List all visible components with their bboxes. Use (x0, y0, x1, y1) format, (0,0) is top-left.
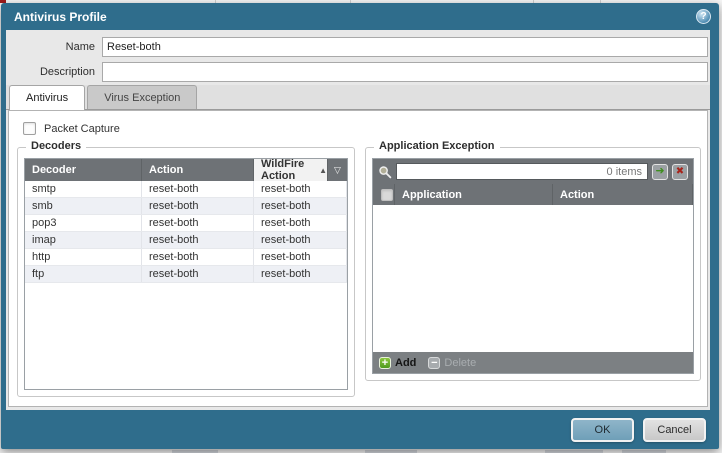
application-search-box: 0 items (396, 163, 648, 180)
dialog-title: Antivirus Profile (14, 10, 696, 24)
add-button-label: Add (395, 357, 416, 369)
decoders-group: Decoders Decoder Action WildFire Action … (17, 147, 355, 397)
help-icon[interactable]: ? (696, 9, 711, 24)
cell-wildfire-action: reset-both (254, 232, 347, 248)
cell-action: reset-both (142, 249, 254, 265)
column-header-wildfire-action[interactable]: WildFire Action ▲ (254, 159, 328, 181)
search-icon (378, 165, 392, 179)
add-plus-icon: + (379, 357, 391, 369)
table-row[interactable]: smb reset-both reset-both (25, 198, 347, 215)
cell-decoder: imap (25, 232, 142, 248)
cancel-button[interactable]: Cancel (643, 418, 706, 442)
wildfire-action-label: WildFire Action (261, 158, 313, 182)
red-x-icon: ✖ (676, 167, 684, 177)
table-row[interactable]: ftp reset-both reset-both (25, 266, 347, 283)
description-label: Description (6, 66, 102, 78)
add-button[interactable]: + Add (379, 357, 416, 369)
column-header-action[interactable]: Action (142, 159, 254, 181)
cell-wildfire-action: reset-both (254, 198, 347, 214)
name-label: Name (6, 41, 102, 53)
select-all-cell (373, 184, 395, 205)
application-exception-group: Application Exception 0 items ➜ (365, 147, 701, 381)
antivirus-profile-dialog: Antivirus Profile ? Name Description Ant… (1, 3, 719, 449)
dialog-body: Name Description Antivirus Virus Excepti… (6, 30, 710, 410)
application-exception-legend: Application Exception (374, 140, 500, 152)
tab-virus-exception[interactable]: Virus Exception (87, 85, 197, 109)
decoders-table-body: smtp reset-both reset-both smb reset-bot… (25, 181, 347, 389)
cell-action: reset-both (142, 198, 254, 214)
green-arrow-icon: ➜ (655, 166, 664, 177)
decoders-legend: Decoders (26, 140, 86, 152)
chevron-down-icon: ▽ (334, 165, 341, 176)
cell-decoder: http (25, 249, 142, 265)
application-table-header: Application Action (373, 184, 693, 205)
cell-wildfire-action: reset-both (254, 266, 347, 282)
application-search-input[interactable] (397, 164, 607, 179)
cell-decoder: smb (25, 198, 142, 214)
packet-capture-checkbox[interactable] (23, 122, 36, 135)
cell-decoder: pop3 (25, 215, 142, 231)
cell-action: reset-both (142, 232, 254, 248)
apply-filter-button[interactable]: ➜ (652, 164, 668, 180)
application-table-body (373, 205, 693, 352)
cell-wildfire-action: reset-both (254, 249, 347, 265)
dialog-titlebar: Antivirus Profile ? (1, 3, 719, 30)
description-field[interactable] (102, 62, 708, 82)
cell-wildfire-action: reset-both (254, 181, 347, 197)
decoders-table-header: Decoder Action WildFire Action ▲ ▽ (25, 159, 347, 181)
table-row[interactable]: imap reset-both reset-both (25, 232, 347, 249)
application-search-bar: 0 items ➜ ✖ (373, 159, 693, 184)
clear-filter-button[interactable]: ✖ (672, 164, 688, 180)
name-row: Name (6, 37, 708, 57)
description-row: Description (6, 62, 708, 82)
delete-minus-icon: − (428, 357, 440, 369)
column-header-action[interactable]: Action (553, 184, 693, 205)
antivirus-tab-panel: Packet Capture Decoders Decoder Action W… (8, 110, 708, 407)
tab-antivirus[interactable]: Antivirus (9, 85, 85, 110)
application-exception-table: 0 items ➜ ✖ Application (372, 158, 694, 374)
delete-button[interactable]: − Delete (428, 357, 476, 369)
packet-capture-row: Packet Capture (23, 122, 120, 135)
select-all-checkbox[interactable] (381, 189, 393, 201)
packet-capture-label: Packet Capture (44, 123, 120, 135)
ok-button[interactable]: OK (571, 418, 634, 442)
column-header-decoder[interactable]: Decoder (25, 159, 142, 181)
cell-wildfire-action: reset-both (254, 215, 347, 231)
dialog-footer: OK Cancel (1, 410, 719, 449)
cell-action: reset-both (142, 181, 254, 197)
table-row[interactable]: pop3 reset-both reset-both (25, 215, 347, 232)
delete-button-label: Delete (444, 357, 476, 369)
table-row[interactable]: smtp reset-both reset-both (25, 181, 347, 198)
items-count: 0 items (607, 166, 647, 178)
table-row[interactable]: http reset-both reset-both (25, 249, 347, 266)
cell-action: reset-both (142, 215, 254, 231)
sort-ascending-icon: ▲ (319, 166, 327, 175)
tab-strip: Antivirus Virus Exception (6, 85, 710, 110)
column-header-application[interactable]: Application (395, 184, 553, 205)
column-menu-button[interactable]: ▽ (328, 159, 347, 181)
decoders-table: Decoder Action WildFire Action ▲ ▽ smtp (24, 158, 348, 390)
cell-decoder: ftp (25, 266, 142, 282)
name-field[interactable] (102, 37, 708, 57)
application-table-toolbar: + Add − Delete (373, 352, 693, 373)
cell-action: reset-both (142, 266, 254, 282)
cell-decoder: smtp (25, 181, 142, 197)
